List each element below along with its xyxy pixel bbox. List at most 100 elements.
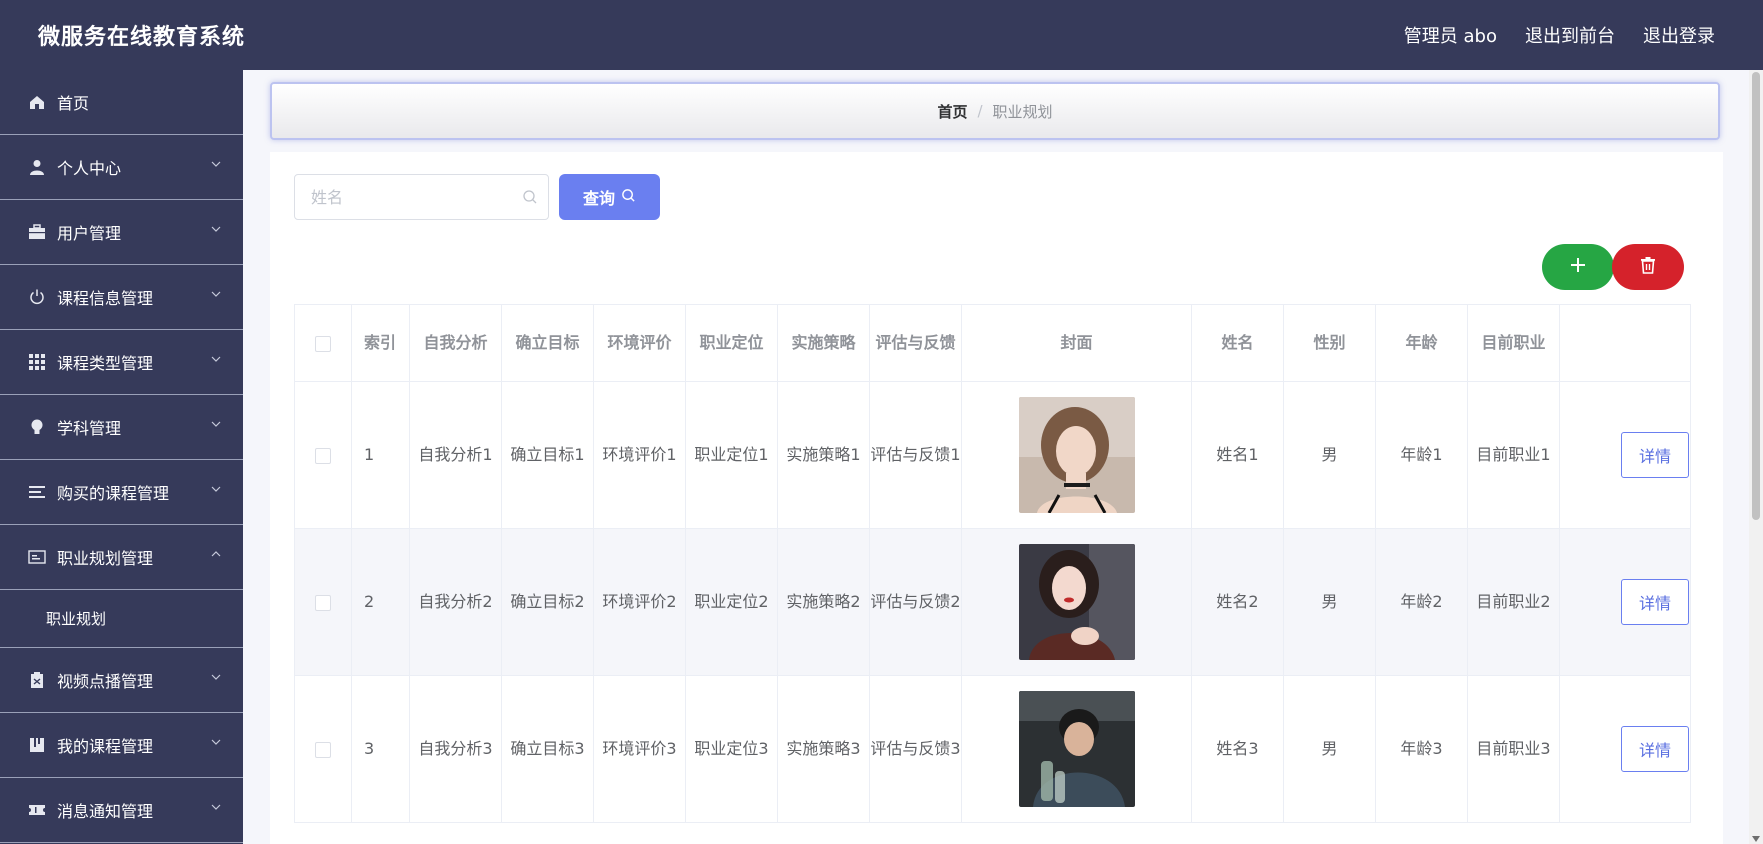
cell-name: 姓名1: [1191, 381, 1284, 529]
chevron-down-icon: [211, 419, 221, 429]
sidebar-item-subject[interactable]: 学科管理: [0, 395, 243, 460]
cell-index: 1: [351, 381, 410, 529]
sidebar-item-video-on-demand[interactable]: 视频点播管理: [0, 648, 243, 713]
user-icon: [28, 158, 46, 176]
query-button[interactable]: 查询: [559, 174, 660, 220]
cover-image[interactable]: [1018, 397, 1135, 513]
chevron-down-icon: [211, 672, 221, 682]
sidebar-item-career-planning[interactable]: 职业规划管理: [0, 525, 243, 590]
row-checkbox[interactable]: [315, 594, 331, 611]
cell-self-analysis: 自我分析3: [409, 675, 502, 823]
detail-button[interactable]: 详情: [1621, 432, 1689, 478]
sidebar-item-label: 课程信息管理: [57, 289, 154, 308]
plus-icon: [1569, 256, 1587, 278]
chevron-down-icon: [211, 354, 221, 364]
cell-gender: 男: [1283, 381, 1376, 529]
cell-goal: 确立目标2: [501, 528, 594, 676]
scroll-down-arrow-icon[interactable]: [1752, 836, 1760, 842]
scrollbar-thumb[interactable]: [1752, 72, 1760, 520]
cell-actions: 详情: [1559, 528, 1691, 676]
cell-age: 年龄3: [1375, 675, 1468, 823]
breadcrumb: 首页 / 职业规划: [270, 82, 1720, 140]
cell-job: 目前职业3: [1467, 675, 1560, 823]
trash-icon: [1639, 256, 1657, 278]
name-search-input[interactable]: [295, 175, 505, 219]
cover-image[interactable]: [1018, 691, 1135, 807]
table-header-row: 索引 自我分析 确立目标 环境评价 职业定位 实施策略 评估与反馈 封面 姓名 …: [294, 304, 1691, 382]
detail-button[interactable]: 详情: [1621, 726, 1689, 772]
cell-environment: 环境评价1: [593, 381, 686, 529]
cell-index: 3: [351, 675, 410, 823]
exit-to-front-link[interactable]: 退出到前台: [1525, 22, 1615, 48]
sidebar-item-my-course[interactable]: 我的课程管理: [0, 713, 243, 778]
column-header: 评估与反馈: [869, 304, 962, 382]
sidebar-item-user-management[interactable]: 用户管理: [0, 200, 243, 265]
admin-user-label[interactable]: 管理员 abo: [1404, 22, 1497, 48]
cell-name: 姓名2: [1191, 528, 1284, 676]
card-icon: [28, 548, 46, 566]
book-icon: [28, 736, 46, 754]
actions-column-header: [1559, 304, 1691, 382]
cell-strategy: 实施策略3: [777, 675, 870, 823]
query-button-label: 查询: [582, 189, 615, 208]
cell-environment: 环境评价2: [593, 528, 686, 676]
grid-icon: [28, 353, 46, 371]
content-panel: 查询 索引 自我分析 确立目标 环境评价 职业定位 实施策略: [270, 152, 1723, 844]
cell-actions: 详情: [1559, 381, 1691, 529]
bulb-icon: [28, 418, 46, 436]
row-select-cell: [294, 528, 352, 676]
sidebar-item-label: 职业规划管理: [57, 549, 154, 568]
chevron-down-icon: [211, 484, 221, 494]
cover-image[interactable]: [1018, 544, 1135, 660]
logout-link[interactable]: 退出登录: [1643, 22, 1715, 48]
cell-feedback: 评估与反馈3: [869, 675, 962, 823]
sidebar-item-label: 首页: [57, 94, 90, 113]
cell-gender: 男: [1283, 675, 1376, 823]
sidebar-item-home[interactable]: 首页: [0, 70, 243, 135]
column-header: 封面: [961, 304, 1192, 382]
battery-icon: [28, 671, 46, 689]
breadcrumb-home[interactable]: 首页: [937, 101, 967, 122]
column-header: 环境评价: [593, 304, 686, 382]
sidebar-item-course-info[interactable]: 课程信息管理: [0, 265, 243, 330]
page-scrollbar[interactable]: [1749, 70, 1763, 844]
sidebar-item-label: 购买的课程管理: [57, 484, 170, 503]
table-row: 1 自我分析1 确立目标1 环境评价1 职业定位1 实施策略1 评估与反馈1 姓…: [294, 381, 1691, 529]
search-box: [294, 174, 549, 220]
delete-button[interactable]: [1612, 244, 1684, 290]
column-header: 自我分析: [409, 304, 502, 382]
app-title: 微服务在线教育系统: [38, 25, 246, 50]
cell-cover: [961, 528, 1192, 676]
cell-age: 年龄2: [1375, 528, 1468, 676]
cell-goal: 确立目标3: [501, 675, 594, 823]
row-checkbox[interactable]: [315, 741, 331, 758]
table-row: 2 自我分析2 确立目标2 环境评价2 职业定位2 实施策略2 评估与反馈2 姓…: [294, 528, 1691, 676]
list-icon: [28, 483, 46, 501]
column-header: 年龄: [1375, 304, 1468, 382]
add-button[interactable]: [1542, 244, 1614, 290]
cell-name: 姓名3: [1191, 675, 1284, 823]
chevron-down-icon: [211, 289, 221, 299]
sidebar-item-label: 消息通知管理: [57, 802, 154, 821]
select-all-checkbox[interactable]: [315, 335, 331, 352]
cell-feedback: 评估与反馈1: [869, 381, 962, 529]
sidebar-item-course-type[interactable]: 课程类型管理: [0, 330, 243, 395]
main-content: 首页 / 职业规划 查询 索引 自我分析: [243, 70, 1749, 844]
detail-button[interactable]: 详情: [1621, 579, 1689, 625]
sidebar-item-personal-center[interactable]: 个人中心: [0, 135, 243, 200]
sidebar-item-message-notice[interactable]: 消息通知管理: [0, 778, 243, 843]
ticket-icon: [28, 801, 46, 819]
cell-strategy: 实施策略1: [777, 381, 870, 529]
column-header: 姓名: [1191, 304, 1284, 382]
sidebar-subitem-career-plan[interactable]: 职业规划: [0, 590, 243, 648]
cell-goal: 确立目标1: [501, 381, 594, 529]
row-checkbox[interactable]: [315, 447, 331, 464]
sidebar-item-label: 视频点播管理: [57, 672, 154, 691]
cell-job: 目前职业1: [1467, 381, 1560, 529]
breadcrumb-current: 职业规划: [992, 102, 1053, 121]
chevron-down-icon: [211, 159, 221, 169]
cell-gender: 男: [1283, 528, 1376, 676]
sidebar-item-purchased-course[interactable]: 购买的课程管理: [0, 460, 243, 525]
home-icon: [28, 93, 46, 111]
chevron-up-icon: [211, 549, 221, 559]
